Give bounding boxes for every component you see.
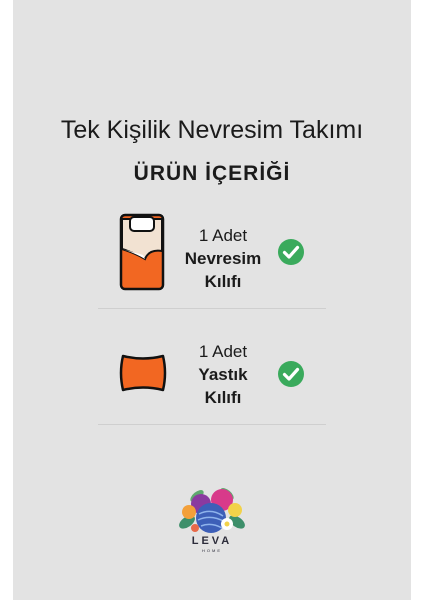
list-item-duvet-cover: 1 Adet Nevresim Kılıfı: [13, 210, 411, 300]
check-circle-icon: [278, 361, 304, 387]
product-card: Tek Kişilik Nevresim Takımı ÜRÜN İÇERİĞİ…: [13, 0, 411, 600]
brand-tagline: HOME: [202, 548, 222, 553]
pillow-icon: [119, 354, 167, 392]
item-quantity: 1 Adet: [198, 342, 248, 361]
duvet-cover-icon: [119, 213, 165, 291]
divider: [98, 424, 326, 425]
list-item-pillow-case: 1 Adet Yastık Kılıfı: [13, 330, 411, 420]
item-name-line2: Kılıfı: [204, 388, 242, 407]
item-name-line1: Yastık: [198, 365, 248, 384]
item-label: 1 Adet Yastık Kılıfı: [163, 340, 283, 409]
item-name-line1: Nevresim: [184, 249, 262, 268]
page-title: Tek Kişilik Nevresim Takımı: [60, 116, 364, 144]
item-name-line2: Kılıfı: [204, 272, 242, 291]
brand-name: LEVA: [191, 535, 233, 547]
divider: [98, 308, 326, 309]
item-quantity: 1 Adet: [198, 226, 248, 245]
section-heading: ÜRÜN İÇERİĞİ: [133, 162, 291, 185]
item-label: 1 Adet Nevresim Kılıfı: [163, 224, 283, 293]
check-circle-icon: [278, 239, 304, 265]
